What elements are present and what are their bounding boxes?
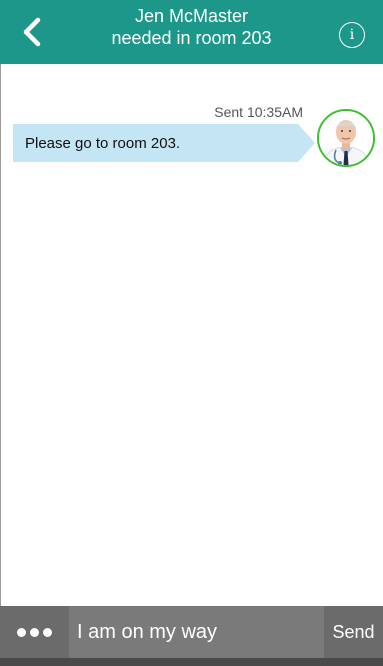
- contact-name: Jen McMaster: [134, 6, 249, 26]
- info-button[interactable]: i: [339, 22, 365, 48]
- header-bar: Jen McMaster needed in room 203 i: [0, 0, 383, 64]
- message-input[interactable]: [69, 606, 324, 658]
- more-options-button[interactable]: [0, 606, 68, 658]
- chevron-left-icon: [23, 17, 41, 47]
- info-circle-icon: i: [349, 27, 355, 43]
- more-dots-icon: [16, 627, 26, 637]
- bottom-strip: [0, 658, 383, 666]
- more-dots-icon: [29, 627, 39, 637]
- header-title: Jen McMaster needed in room 203: [70, 5, 313, 49]
- message-list[interactable]: Sent 10:35AM Please go to room 203.: [0, 64, 383, 606]
- composer-bar: Send: [0, 606, 383, 666]
- send-button[interactable]: Send: [324, 606, 383, 658]
- avatar[interactable]: [317, 109, 375, 167]
- doctor-avatar-icon: [319, 111, 373, 165]
- back-button[interactable]: [12, 12, 52, 52]
- message-text: Please go to room 203.: [25, 134, 181, 152]
- more-dots-icon: [42, 627, 52, 637]
- request-subtitle: needed in room 203: [111, 28, 272, 48]
- chat-screen: Jen McMaster needed in room 203 i Sent 1…: [0, 0, 383, 666]
- message-status: Sent 10:35AM: [214, 104, 303, 120]
- bubble-tail: [298, 124, 315, 162]
- message-bubble[interactable]: Please go to room 203.: [13, 124, 298, 162]
